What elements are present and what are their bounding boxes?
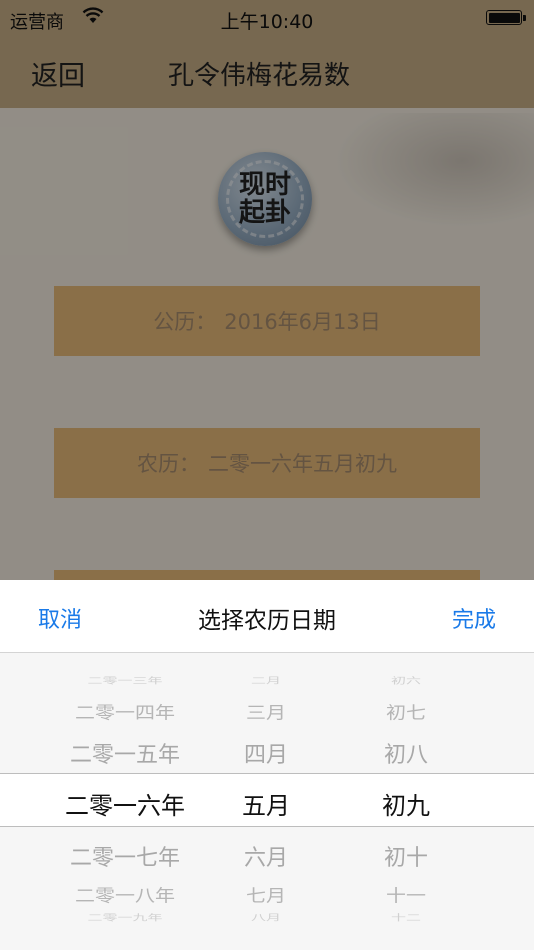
month-option[interactable]: 八月 xyxy=(196,912,336,924)
picker-wheels: 二零一三年 二零一四年 二零一五年 二零一六年 二零一七年 二零一八年 二零一九… xyxy=(0,653,534,950)
month-wheel[interactable]: 二月 三月 四月 五月 六月 七月 八月 xyxy=(196,653,336,950)
day-option[interactable]: 初七 xyxy=(336,699,476,724)
day-option[interactable]: 十一 xyxy=(336,882,476,907)
month-option-selected[interactable]: 五月 xyxy=(196,786,336,821)
month-option[interactable]: 六月 xyxy=(196,840,336,872)
month-option[interactable]: 三月 xyxy=(196,699,336,724)
day-option[interactable]: 初八 xyxy=(336,737,476,769)
day-option[interactable]: 十二 xyxy=(336,912,476,924)
picker-toolbar: 取消 选择农历日期 完成 xyxy=(0,580,534,653)
day-option[interactable]: 初六 xyxy=(336,675,476,687)
month-option[interactable]: 四月 xyxy=(196,737,336,769)
day-wheel[interactable]: 初六 初七 初八 初九 初十 十一 十二 xyxy=(336,653,476,950)
month-option[interactable]: 七月 xyxy=(196,882,336,907)
day-option[interactable]: 初十 xyxy=(336,840,476,872)
day-option-selected[interactable]: 初九 xyxy=(336,786,476,821)
month-option[interactable]: 二月 xyxy=(196,675,336,687)
lunar-date-picker-sheet: 取消 选择农历日期 完成 二零一三年 二零一四年 二零一五年 二零一六年 二零一… xyxy=(0,580,534,950)
done-button[interactable]: 完成 xyxy=(452,602,496,634)
